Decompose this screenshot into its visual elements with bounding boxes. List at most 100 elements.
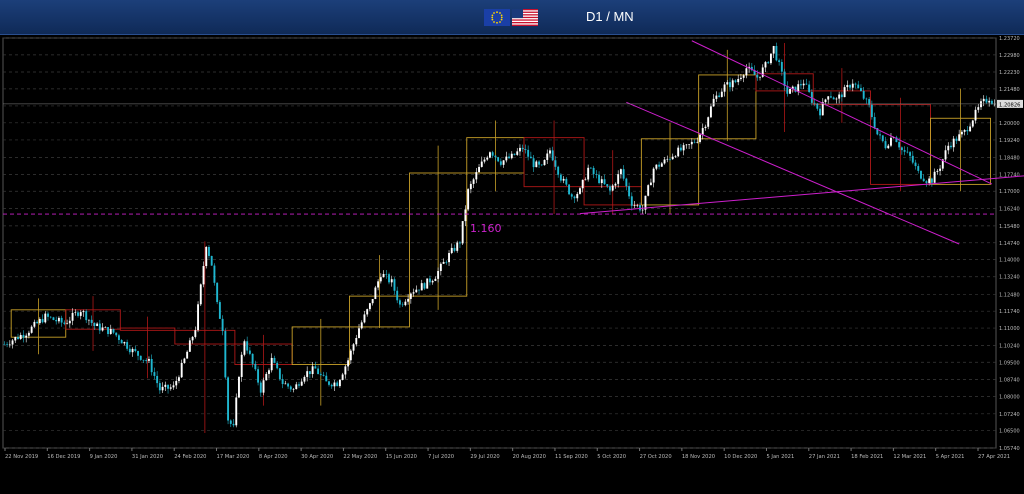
candle-body bbox=[382, 274, 385, 278]
candle-body bbox=[936, 170, 939, 172]
y-tick-label: 1.08000 bbox=[999, 394, 1020, 400]
candle-body bbox=[107, 327, 109, 334]
y-tick-label: 1.22980 bbox=[999, 53, 1020, 59]
candle-body bbox=[355, 337, 358, 345]
candle-body bbox=[396, 290, 399, 301]
y-tick-label: 1.06500 bbox=[999, 429, 1020, 435]
y-tick-label: 1.14740 bbox=[999, 241, 1020, 247]
candle-body bbox=[426, 278, 429, 289]
candle-body bbox=[278, 368, 281, 380]
candle-body bbox=[718, 95, 721, 97]
candle-body bbox=[764, 62, 767, 68]
candle-body bbox=[808, 84, 811, 93]
candle-body bbox=[930, 178, 933, 183]
candle-body bbox=[963, 129, 966, 132]
candle-body bbox=[914, 162, 917, 167]
candle-body bbox=[900, 147, 903, 151]
candle-body bbox=[194, 330, 197, 337]
y-tick-label: 1.12480 bbox=[999, 292, 1020, 298]
candle-body bbox=[802, 83, 805, 86]
candle-body bbox=[123, 342, 126, 344]
candle-body bbox=[330, 384, 333, 387]
candle-body bbox=[739, 77, 742, 79]
candle-body bbox=[731, 80, 734, 88]
candle-body bbox=[543, 159, 546, 166]
candle-body bbox=[338, 379, 341, 387]
candle-body bbox=[79, 312, 82, 316]
candle-body bbox=[186, 351, 189, 359]
x-tick-label: 12 Mar 2021 bbox=[893, 454, 926, 460]
y-tick-label: 1.15480 bbox=[999, 224, 1020, 230]
candle-body bbox=[199, 284, 202, 305]
candle-body bbox=[90, 319, 93, 323]
candle-body bbox=[862, 91, 865, 99]
candle-body bbox=[469, 183, 472, 190]
candle-body bbox=[298, 384, 300, 386]
candle-body bbox=[104, 327, 107, 328]
candle-body bbox=[589, 167, 592, 169]
candle-body bbox=[169, 387, 172, 389]
candle-body bbox=[854, 83, 857, 85]
candle-body bbox=[960, 131, 963, 135]
candle-body bbox=[262, 380, 265, 393]
candle-body bbox=[524, 149, 527, 150]
x-tick-label: 16 Dec 2019 bbox=[47, 454, 80, 460]
candle-body bbox=[647, 185, 650, 196]
candle-body bbox=[19, 334, 22, 340]
candle-body bbox=[235, 397, 238, 426]
y-tick-label: 1.14000 bbox=[999, 258, 1020, 264]
price-chart[interactable]: 1.237201.229801.222301.214801.207401.200… bbox=[0, 34, 1024, 494]
candle-body bbox=[120, 339, 123, 344]
candle-body bbox=[614, 183, 617, 186]
candle-body bbox=[502, 160, 505, 165]
candle-body bbox=[202, 266, 205, 285]
candle-body bbox=[303, 376, 306, 382]
candle-body bbox=[325, 375, 328, 382]
symbol-flags bbox=[484, 9, 538, 26]
candle-body bbox=[917, 166, 920, 171]
candle-body bbox=[920, 170, 922, 179]
candle-body bbox=[453, 247, 456, 251]
candle-body bbox=[115, 332, 118, 336]
candle-body bbox=[546, 153, 549, 160]
candle-body bbox=[974, 109, 977, 121]
candle-body bbox=[816, 103, 819, 109]
x-tick-label: 20 Aug 2020 bbox=[513, 454, 546, 460]
candle-body bbox=[317, 368, 320, 375]
candle-body bbox=[36, 321, 39, 324]
candle-body bbox=[311, 366, 314, 375]
candle-body bbox=[658, 164, 661, 167]
candle-body bbox=[890, 137, 892, 146]
candle-body bbox=[873, 117, 876, 129]
candle-body bbox=[404, 301, 407, 306]
candle-body bbox=[679, 147, 682, 151]
candle-body bbox=[319, 374, 322, 375]
candle-body bbox=[439, 263, 442, 271]
candle-body bbox=[709, 106, 712, 118]
candle-body bbox=[797, 84, 800, 92]
x-tick-label: 27 Jan 2021 bbox=[809, 454, 840, 460]
candle-body bbox=[587, 167, 590, 180]
candle-body bbox=[966, 129, 969, 132]
x-tick-label: 11 Sep 2020 bbox=[555, 454, 588, 460]
candle-body bbox=[843, 87, 846, 98]
candle-body bbox=[300, 381, 303, 386]
candle-body bbox=[68, 320, 71, 324]
candle-body bbox=[783, 71, 786, 87]
candle-body bbox=[950, 145, 952, 148]
candle-body bbox=[142, 359, 145, 361]
candle-body bbox=[232, 423, 235, 426]
candle-body bbox=[243, 341, 246, 355]
candle-body bbox=[690, 141, 693, 145]
candle-body bbox=[47, 313, 49, 317]
candle-body bbox=[238, 376, 240, 398]
x-tick-label: 18 Feb 2021 bbox=[851, 454, 883, 460]
candle-body bbox=[254, 363, 257, 370]
x-tick-label: 27 Oct 2020 bbox=[640, 454, 672, 460]
candle-body bbox=[248, 350, 251, 354]
candle-body bbox=[137, 351, 139, 356]
candle-body bbox=[270, 357, 273, 371]
candle-body bbox=[939, 168, 942, 171]
candle-body bbox=[98, 323, 101, 331]
candle-body bbox=[540, 164, 543, 166]
